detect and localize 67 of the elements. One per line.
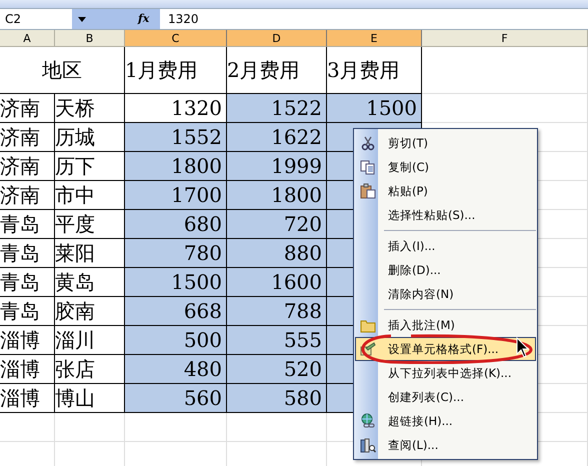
format-icon xyxy=(360,341,376,357)
table-cell: 淄博 xyxy=(0,355,55,384)
table-cell: 济南 xyxy=(0,123,55,152)
menu-item[interactable]: 创建列表(C)... xyxy=(355,385,536,409)
table-cell: 720 xyxy=(227,210,327,239)
table-cell xyxy=(0,413,55,442)
function-button[interactable]: fx xyxy=(138,9,160,29)
menu-item[interactable]: 插入批注(M) xyxy=(355,313,536,337)
menu-item[interactable]: 删除(D)... xyxy=(355,258,536,282)
table-cell: 680 xyxy=(125,210,227,239)
menu-item[interactable]: 粘贴(P) xyxy=(355,179,536,203)
table-cell: 青岛 xyxy=(0,297,55,326)
table-cell: 地区 xyxy=(0,47,125,94)
menu-item[interactable]: 复制(C) xyxy=(355,155,536,179)
table-cell: 788 xyxy=(227,297,327,326)
table-cell: 青岛 xyxy=(0,210,55,239)
table-cell: 555 xyxy=(227,326,327,355)
table-cell: 1999 xyxy=(227,152,327,181)
table-cell: 济南 xyxy=(0,94,55,123)
menu-item[interactable]: 插入(I)... xyxy=(355,234,536,258)
menu-item[interactable]: 清除内容(N) xyxy=(355,282,536,306)
table-cell: 480 xyxy=(125,355,227,384)
table-cell: 880 xyxy=(227,239,327,268)
menu-item[interactable]: 从下拉列表中选择(K)... xyxy=(355,361,536,385)
table-cell: 1522 xyxy=(227,94,327,123)
table-cell: 560 xyxy=(125,384,227,413)
table-cell: 500 xyxy=(125,326,227,355)
table-cell: 1552 xyxy=(125,123,227,152)
table-cell: 780 xyxy=(125,239,227,268)
table-cell: 青岛 xyxy=(0,268,55,297)
column-header[interactable]: C xyxy=(125,30,227,47)
menu-item[interactable]: 选择性粘贴(S)... xyxy=(355,203,536,227)
cursor-icon xyxy=(516,337,530,359)
copy-icon xyxy=(360,159,376,175)
research-icon xyxy=(360,437,376,453)
column-header[interactable]: E xyxy=(327,30,422,47)
table-cell: 天桥 xyxy=(55,94,125,123)
table-cell: 1700 xyxy=(125,181,227,210)
table-cell: 淄博 xyxy=(0,326,55,355)
table-cell: 济南 xyxy=(0,181,55,210)
table-cell: 淄博 xyxy=(0,384,55,413)
globe-link-icon xyxy=(360,413,376,429)
menu-item[interactable]: 超链接(H)... xyxy=(355,409,536,433)
menu-item[interactable]: 查阅(L)... xyxy=(355,433,536,457)
column-header[interactable]: F xyxy=(422,30,588,47)
clipboard-icon xyxy=(360,183,376,199)
table-cell: 1622 xyxy=(227,123,327,152)
table-cell: 1500 xyxy=(327,94,422,123)
table-cell: 1500 xyxy=(125,268,227,297)
column-header[interactable]: B xyxy=(55,30,125,47)
column-header[interactable]: A xyxy=(0,30,55,47)
table-cell: 520 xyxy=(227,355,327,384)
table-cell: 1月费用 xyxy=(125,47,227,94)
table-cell xyxy=(55,413,125,442)
table-cell: 580 xyxy=(227,384,327,413)
menu-item[interactable]: 剪切(T) xyxy=(355,131,536,155)
column-header[interactable]: D xyxy=(227,30,327,47)
table-cell: 668 xyxy=(125,297,227,326)
caret-icon xyxy=(78,16,86,22)
table-cell: 青岛 xyxy=(0,239,55,268)
dropdown-button[interactable] xyxy=(72,9,138,29)
table-cell: 1800 xyxy=(227,181,327,210)
table-cell: 1800 xyxy=(125,152,227,181)
scissors-icon xyxy=(360,135,376,151)
formula-field[interactable]: 1320 xyxy=(160,12,199,26)
table-cell: 1600 xyxy=(227,268,327,297)
table-cell: 济南 xyxy=(0,152,55,181)
